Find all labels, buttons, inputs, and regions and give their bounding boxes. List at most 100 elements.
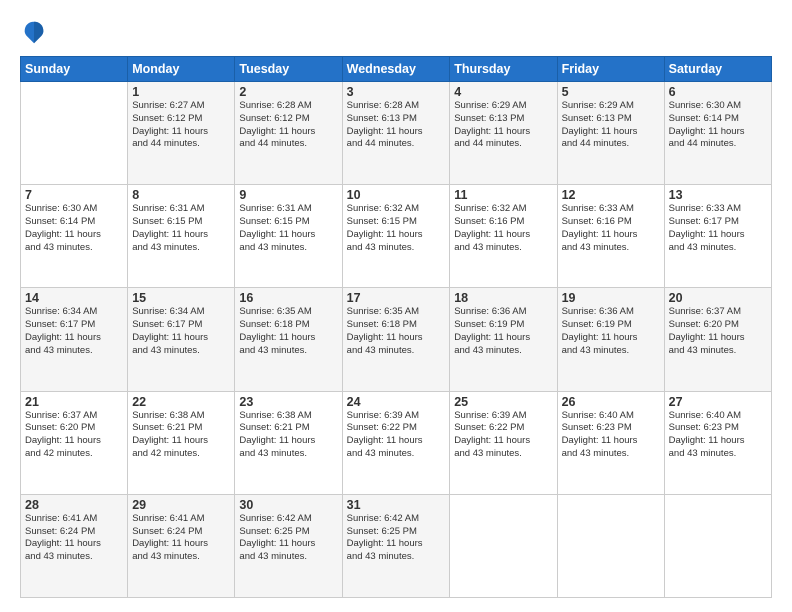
day-number: 18	[454, 291, 552, 305]
day-cell: 30Sunrise: 6:42 AM Sunset: 6:25 PM Dayli…	[235, 494, 342, 597]
day-cell: 11Sunrise: 6:32 AM Sunset: 6:16 PM Dayli…	[450, 185, 557, 288]
day-cell: 17Sunrise: 6:35 AM Sunset: 6:18 PM Dayli…	[342, 288, 450, 391]
day-number: 22	[132, 395, 230, 409]
day-cell: 23Sunrise: 6:38 AM Sunset: 6:21 PM Dayli…	[235, 391, 342, 494]
page: SundayMondayTuesdayWednesdayThursdayFrid…	[0, 0, 792, 612]
day-cell: 14Sunrise: 6:34 AM Sunset: 6:17 PM Dayli…	[21, 288, 128, 391]
day-cell: 10Sunrise: 6:32 AM Sunset: 6:15 PM Dayli…	[342, 185, 450, 288]
day-cell: 18Sunrise: 6:36 AM Sunset: 6:19 PM Dayli…	[450, 288, 557, 391]
day-number: 21	[25, 395, 123, 409]
day-info: Sunrise: 6:33 AM Sunset: 6:17 PM Dayligh…	[669, 203, 767, 254]
day-cell: 19Sunrise: 6:36 AM Sunset: 6:19 PM Dayli…	[557, 288, 664, 391]
day-cell: 31Sunrise: 6:42 AM Sunset: 6:25 PM Dayli…	[342, 494, 450, 597]
day-cell	[664, 494, 771, 597]
day-info: Sunrise: 6:32 AM Sunset: 6:15 PM Dayligh…	[347, 203, 446, 254]
day-info: Sunrise: 6:36 AM Sunset: 6:19 PM Dayligh…	[562, 306, 660, 357]
day-number: 13	[669, 188, 767, 202]
day-cell	[21, 82, 128, 185]
day-cell: 4Sunrise: 6:29 AM Sunset: 6:13 PM Daylig…	[450, 82, 557, 185]
day-cell: 27Sunrise: 6:40 AM Sunset: 6:23 PM Dayli…	[664, 391, 771, 494]
day-info: Sunrise: 6:34 AM Sunset: 6:17 PM Dayligh…	[132, 306, 230, 357]
day-cell: 29Sunrise: 6:41 AM Sunset: 6:24 PM Dayli…	[128, 494, 235, 597]
day-info: Sunrise: 6:38 AM Sunset: 6:21 PM Dayligh…	[239, 410, 337, 461]
day-cell: 24Sunrise: 6:39 AM Sunset: 6:22 PM Dayli…	[342, 391, 450, 494]
day-number: 30	[239, 498, 337, 512]
day-info: Sunrise: 6:30 AM Sunset: 6:14 PM Dayligh…	[25, 203, 123, 254]
day-number: 4	[454, 85, 552, 99]
weekday-header-thursday: Thursday	[450, 57, 557, 82]
logo	[20, 18, 52, 46]
weekday-header-row: SundayMondayTuesdayWednesdayThursdayFrid…	[21, 57, 772, 82]
day-info: Sunrise: 6:39 AM Sunset: 6:22 PM Dayligh…	[347, 410, 446, 461]
day-number: 15	[132, 291, 230, 305]
day-cell: 20Sunrise: 6:37 AM Sunset: 6:20 PM Dayli…	[664, 288, 771, 391]
day-cell: 6Sunrise: 6:30 AM Sunset: 6:14 PM Daylig…	[664, 82, 771, 185]
day-info: Sunrise: 6:42 AM Sunset: 6:25 PM Dayligh…	[347, 513, 446, 564]
day-info: Sunrise: 6:31 AM Sunset: 6:15 PM Dayligh…	[132, 203, 230, 254]
day-info: Sunrise: 6:36 AM Sunset: 6:19 PM Dayligh…	[454, 306, 552, 357]
day-number: 10	[347, 188, 446, 202]
day-info: Sunrise: 6:37 AM Sunset: 6:20 PM Dayligh…	[25, 410, 123, 461]
calendar: SundayMondayTuesdayWednesdayThursdayFrid…	[20, 56, 772, 598]
day-cell: 22Sunrise: 6:38 AM Sunset: 6:21 PM Dayli…	[128, 391, 235, 494]
day-info: Sunrise: 6:41 AM Sunset: 6:24 PM Dayligh…	[132, 513, 230, 564]
day-info: Sunrise: 6:37 AM Sunset: 6:20 PM Dayligh…	[669, 306, 767, 357]
day-cell: 2Sunrise: 6:28 AM Sunset: 6:12 PM Daylig…	[235, 82, 342, 185]
day-cell: 28Sunrise: 6:41 AM Sunset: 6:24 PM Dayli…	[21, 494, 128, 597]
day-number: 25	[454, 395, 552, 409]
day-info: Sunrise: 6:29 AM Sunset: 6:13 PM Dayligh…	[562, 100, 660, 151]
weekday-header-friday: Friday	[557, 57, 664, 82]
day-number: 3	[347, 85, 446, 99]
day-cell: 1Sunrise: 6:27 AM Sunset: 6:12 PM Daylig…	[128, 82, 235, 185]
weekday-header-wednesday: Wednesday	[342, 57, 450, 82]
day-cell: 12Sunrise: 6:33 AM Sunset: 6:16 PM Dayli…	[557, 185, 664, 288]
day-info: Sunrise: 6:41 AM Sunset: 6:24 PM Dayligh…	[25, 513, 123, 564]
day-number: 6	[669, 85, 767, 99]
day-number: 28	[25, 498, 123, 512]
day-cell: 25Sunrise: 6:39 AM Sunset: 6:22 PM Dayli…	[450, 391, 557, 494]
day-cell: 7Sunrise: 6:30 AM Sunset: 6:14 PM Daylig…	[21, 185, 128, 288]
day-number: 1	[132, 85, 230, 99]
day-number: 29	[132, 498, 230, 512]
day-info: Sunrise: 6:30 AM Sunset: 6:14 PM Dayligh…	[669, 100, 767, 151]
day-number: 7	[25, 188, 123, 202]
day-number: 31	[347, 498, 446, 512]
day-info: Sunrise: 6:35 AM Sunset: 6:18 PM Dayligh…	[239, 306, 337, 357]
day-cell	[450, 494, 557, 597]
day-number: 20	[669, 291, 767, 305]
week-row-3: 14Sunrise: 6:34 AM Sunset: 6:17 PM Dayli…	[21, 288, 772, 391]
day-info: Sunrise: 6:42 AM Sunset: 6:25 PM Dayligh…	[239, 513, 337, 564]
day-number: 5	[562, 85, 660, 99]
day-info: Sunrise: 6:40 AM Sunset: 6:23 PM Dayligh…	[669, 410, 767, 461]
day-number: 17	[347, 291, 446, 305]
day-number: 19	[562, 291, 660, 305]
logo-icon	[20, 18, 48, 46]
day-cell	[557, 494, 664, 597]
day-number: 24	[347, 395, 446, 409]
header	[20, 18, 772, 46]
day-cell: 26Sunrise: 6:40 AM Sunset: 6:23 PM Dayli…	[557, 391, 664, 494]
day-number: 8	[132, 188, 230, 202]
day-cell: 16Sunrise: 6:35 AM Sunset: 6:18 PM Dayli…	[235, 288, 342, 391]
day-number: 12	[562, 188, 660, 202]
day-number: 14	[25, 291, 123, 305]
day-cell: 21Sunrise: 6:37 AM Sunset: 6:20 PM Dayli…	[21, 391, 128, 494]
day-cell: 5Sunrise: 6:29 AM Sunset: 6:13 PM Daylig…	[557, 82, 664, 185]
day-info: Sunrise: 6:28 AM Sunset: 6:13 PM Dayligh…	[347, 100, 446, 151]
week-row-5: 28Sunrise: 6:41 AM Sunset: 6:24 PM Dayli…	[21, 494, 772, 597]
day-number: 27	[669, 395, 767, 409]
day-info: Sunrise: 6:31 AM Sunset: 6:15 PM Dayligh…	[239, 203, 337, 254]
day-number: 23	[239, 395, 337, 409]
weekday-header-monday: Monday	[128, 57, 235, 82]
day-info: Sunrise: 6:34 AM Sunset: 6:17 PM Dayligh…	[25, 306, 123, 357]
day-info: Sunrise: 6:40 AM Sunset: 6:23 PM Dayligh…	[562, 410, 660, 461]
day-cell: 13Sunrise: 6:33 AM Sunset: 6:17 PM Dayli…	[664, 185, 771, 288]
day-number: 9	[239, 188, 337, 202]
day-info: Sunrise: 6:28 AM Sunset: 6:12 PM Dayligh…	[239, 100, 337, 151]
weekday-header-saturday: Saturday	[664, 57, 771, 82]
day-number: 11	[454, 188, 552, 202]
day-cell: 8Sunrise: 6:31 AM Sunset: 6:15 PM Daylig…	[128, 185, 235, 288]
day-info: Sunrise: 6:33 AM Sunset: 6:16 PM Dayligh…	[562, 203, 660, 254]
week-row-1: 1Sunrise: 6:27 AM Sunset: 6:12 PM Daylig…	[21, 82, 772, 185]
day-cell: 3Sunrise: 6:28 AM Sunset: 6:13 PM Daylig…	[342, 82, 450, 185]
